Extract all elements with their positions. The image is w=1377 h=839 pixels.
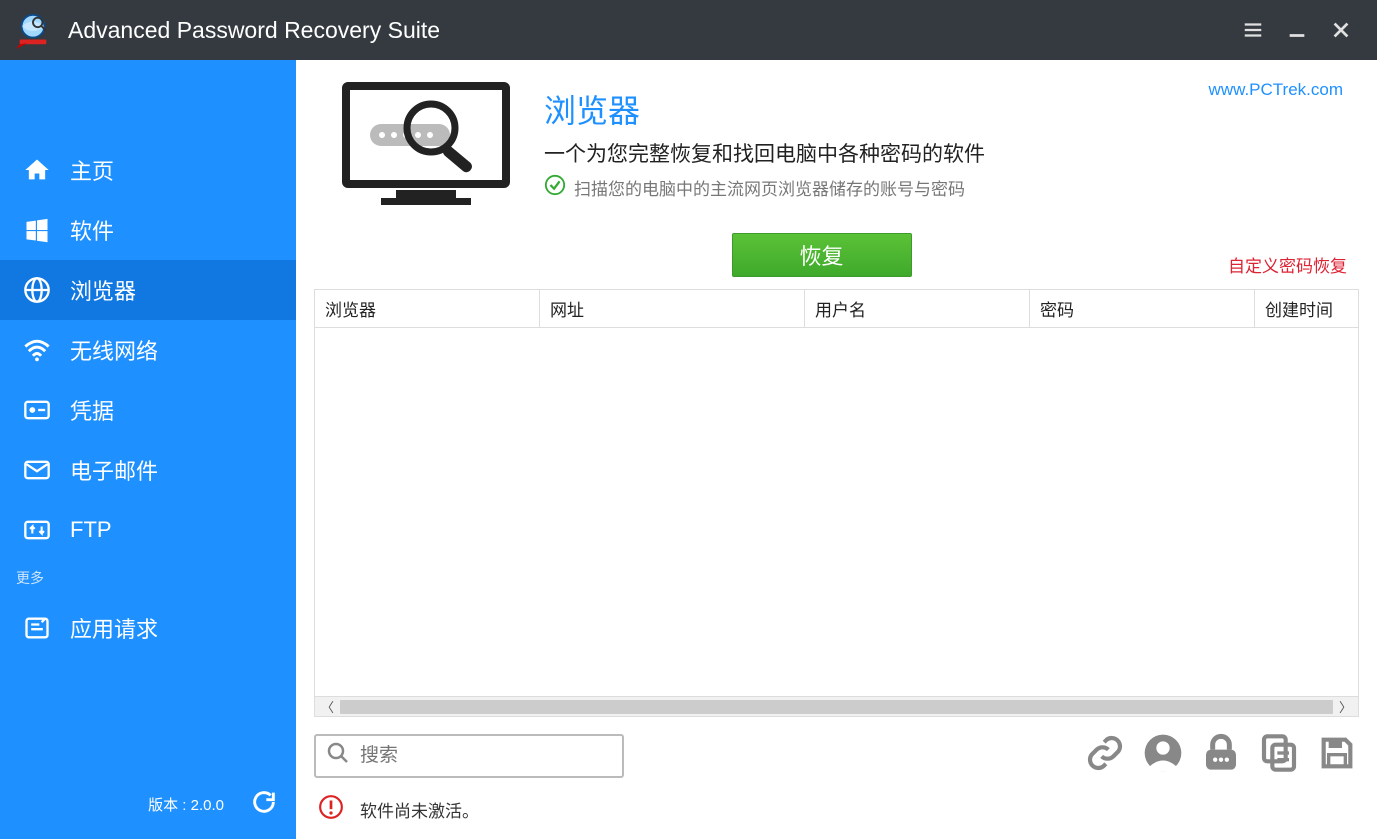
mail-icon	[22, 455, 52, 485]
copy-button[interactable]	[1257, 731, 1301, 780]
sidebar-item-home[interactable]: 主页	[0, 140, 296, 200]
col-password[interactable]: 密码	[1030, 290, 1255, 328]
search-box[interactable]	[314, 734, 624, 778]
monitor-search-icon	[336, 80, 516, 215]
sidebar-item-email[interactable]: 电子邮件	[0, 440, 296, 500]
sidebar-item-label: 浏览器	[70, 274, 136, 306]
wifi-icon	[22, 335, 52, 365]
save-button[interactable]	[1315, 731, 1359, 780]
scroll-track[interactable]	[340, 700, 1333, 714]
lock-button[interactable]	[1199, 731, 1243, 780]
sidebar-item-wifi[interactable]: 无线网络	[0, 320, 296, 380]
col-created[interactable]: 创建时间	[1255, 290, 1358, 328]
close-button[interactable]	[1319, 8, 1363, 52]
status-message: 软件尚未激活。	[360, 797, 479, 822]
hero-subtitle: 一个为您完整恢复和找回电脑中各种密码的软件	[544, 138, 985, 168]
col-url[interactable]: 网址	[540, 290, 805, 328]
status-bar: 软件尚未激活。	[296, 786, 1377, 839]
table-header: 浏览器 网址 用户名 密码 创建时间	[314, 289, 1359, 328]
sidebar-item-label: 应用请求	[70, 612, 158, 644]
sidebar-item-software[interactable]: 软件	[0, 200, 296, 260]
col-browser[interactable]: 浏览器	[315, 290, 540, 328]
checkmark-icon	[544, 174, 566, 201]
sidebar-item-browser[interactable]: 浏览器	[0, 260, 296, 320]
credential-icon	[22, 395, 52, 425]
refresh-button[interactable]	[250, 788, 278, 821]
scroll-right-icon[interactable]: 〉	[1336, 697, 1355, 716]
recover-button[interactable]: 恢复	[732, 233, 912, 277]
warning-icon	[318, 794, 344, 825]
sidebar-item-label: 凭据	[70, 394, 114, 426]
request-icon	[22, 613, 52, 643]
horizontal-scrollbar[interactable]: 〈 〉	[314, 697, 1359, 717]
sidebar-item-label: 主页	[70, 154, 114, 186]
pctrek-link[interactable]: www.PCTrek.com	[1209, 80, 1343, 100]
sidebar-more-label: 更多	[0, 560, 296, 598]
sidebar-item-label: FTP	[70, 517, 112, 543]
main-panel: 浏览器 一个为您完整恢复和找回电脑中各种密码的软件 扫描您的电脑中的主流网页浏览…	[296, 60, 1377, 839]
app-icon	[14, 11, 52, 49]
minimize-button[interactable]	[1275, 8, 1319, 52]
search-input[interactable]	[360, 745, 612, 767]
user-button[interactable]	[1141, 731, 1185, 780]
titlebar: Advanced Password Recovery Suite	[0, 0, 1377, 60]
custom-recover-link[interactable]: 自定义密码恢复	[1228, 252, 1347, 277]
scroll-left-icon[interactable]: 〈	[318, 697, 337, 716]
sidebar-item-label: 电子邮件	[70, 454, 158, 486]
version-label: 版本 : 2.0.0	[148, 794, 224, 815]
col-username[interactable]: 用户名	[805, 290, 1030, 328]
globe-icon	[22, 275, 52, 305]
ftp-icon	[22, 515, 52, 545]
app-title: Advanced Password Recovery Suite	[68, 17, 1231, 44]
sidebar-item-label: 软件	[70, 214, 114, 246]
sidebar-item-label: 无线网络	[70, 334, 158, 366]
table-body	[314, 328, 1359, 697]
sidebar-item-credentials[interactable]: 凭据	[0, 380, 296, 440]
hero-check-text: 扫描您的电脑中的主流网页浏览器储存的账号与密码	[574, 175, 965, 200]
home-icon	[22, 155, 52, 185]
link-button[interactable]	[1083, 731, 1127, 780]
search-icon	[326, 741, 350, 770]
menu-button[interactable]	[1231, 8, 1275, 52]
sidebar: 主页 软件 浏览器 无线网络 凭据 电子邮件 FTP 更多 应用请求	[0, 60, 296, 839]
sidebar-item-ftp[interactable]: FTP	[0, 500, 296, 560]
hero-title: 浏览器	[544, 86, 985, 132]
windows-icon	[22, 215, 52, 245]
sidebar-item-app-request[interactable]: 应用请求	[0, 598, 296, 658]
